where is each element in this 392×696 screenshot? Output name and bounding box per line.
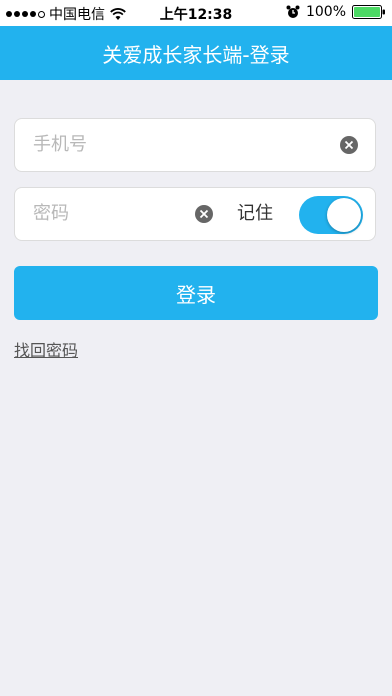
- clear-circle-icon[interactable]: [195, 205, 213, 223]
- status-bar-right: 100%: [286, 4, 386, 20]
- password-input[interactable]: [33, 188, 183, 240]
- remember-label: 记住: [237, 203, 273, 224]
- login-button-label: 登录: [176, 282, 216, 307]
- toggle-knob: [327, 198, 361, 232]
- password-field-card: 记住: [14, 187, 376, 241]
- close-icon: [199, 209, 209, 219]
- phone-input[interactable]: [33, 119, 333, 171]
- battery-icon: [352, 5, 385, 19]
- login-button[interactable]: 登录: [14, 266, 378, 320]
- alarm-icon: [286, 5, 300, 18]
- page-header: 关爱成长家长端-登录: [0, 26, 392, 80]
- page-title: 关爱成长家长端-登录: [102, 42, 290, 67]
- phone-field-card: [14, 118, 376, 172]
- battery-percent: 100%: [305, 4, 346, 20]
- forgot-password-link[interactable]: 找回密码: [14, 337, 78, 361]
- remember-toggle[interactable]: [299, 196, 363, 234]
- clear-circle-icon[interactable]: [340, 136, 358, 154]
- close-icon: [344, 140, 354, 150]
- status-bar: 中国电信 上午12:38 100%: [0, 0, 392, 26]
